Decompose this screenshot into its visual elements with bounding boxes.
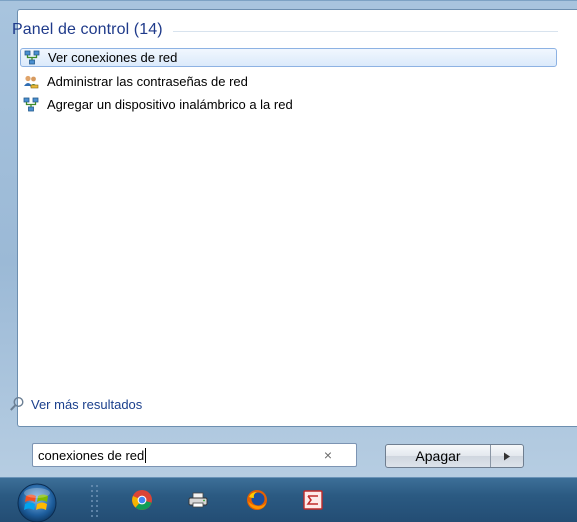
clear-search-icon[interactable]: ×	[324, 447, 332, 463]
group-divider	[172, 30, 558, 32]
taskbar-grip[interactable]	[88, 482, 102, 520]
result-item-agregar-dispositivo[interactable]: Agregar un dispositivo inalámbrico a la …	[20, 95, 557, 114]
shutdown-options-button[interactable]	[491, 445, 523, 467]
result-label: Ver conexiones de red	[48, 50, 178, 65]
search-icon	[10, 396, 24, 411]
search-input-value: conexiones de red	[38, 447, 145, 463]
more-results-label: Ver más resultados	[31, 396, 143, 412]
text-caret	[145, 447, 147, 463]
result-item-ver-conexiones[interactable]: Ver conexiones de red	[20, 48, 557, 67]
result-item-administrar-contrasenas[interactable]: Administrar las contraseñas de red	[20, 72, 557, 91]
chrome-icon[interactable]	[131, 489, 153, 511]
group-title[interactable]: Panel de control (14)	[12, 21, 163, 39]
shutdown-button[interactable]: Apagar	[386, 445, 491, 467]
users-key-icon	[24, 75, 39, 88]
taskbar	[0, 477, 577, 522]
triangle-right-icon	[504, 452, 510, 460]
see-more-results-link[interactable]: Ver más resultados	[9, 395, 142, 413]
results-group-header: Panel de control (14)	[12, 19, 558, 41]
result-label: Agregar un dispositivo inalámbrico a la …	[47, 97, 293, 112]
shutdown-control: Apagar	[385, 444, 524, 468]
firefox-icon[interactable]	[246, 489, 268, 511]
app-icon[interactable]	[302, 489, 324, 511]
network-connections-icon	[23, 97, 39, 111]
printer-icon[interactable]	[187, 489, 209, 511]
network-connections-icon	[24, 50, 40, 64]
result-label: Administrar las contraseñas de red	[47, 74, 248, 89]
start-orb[interactable]	[12, 481, 62, 522]
search-input[interactable]: conexiones de red ×	[32, 443, 357, 467]
